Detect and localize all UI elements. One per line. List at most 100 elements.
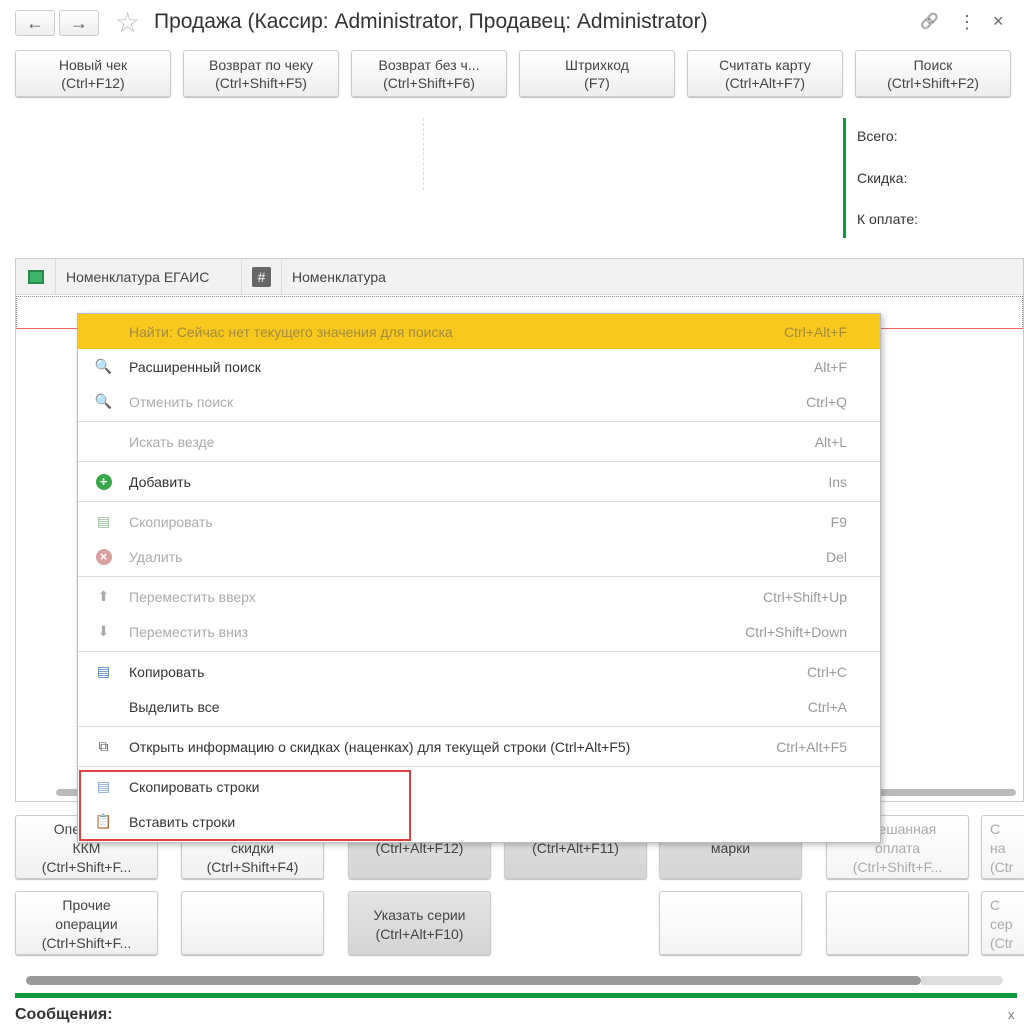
menu-separator [78, 726, 880, 727]
menu-item-shortcut: Ctrl+Alt+F [783, 323, 847, 340]
menu-separator [78, 421, 880, 422]
highlight-box [79, 770, 411, 841]
button-shortcut: (F7) [584, 75, 610, 91]
menu-item[interactable]: ⧉ Открыть информацию о скидках (наценках)… [78, 729, 880, 764]
toolbar-button[interactable]: Возврат по чеку (Ctrl+Shift+F5) [183, 50, 339, 97]
menu-icon: ▤ [96, 513, 111, 529]
menu-item[interactable]: 🔍 Отменить поиск Ctrl+Q [78, 384, 880, 419]
action-button[interactable] [659, 891, 802, 955]
menu-item-label: Скопировать [129, 513, 213, 530]
action-button[interactable]: С на (Ctr [981, 815, 1024, 879]
button-label: Возврат по чеку [208, 57, 313, 73]
menu-item-label: Удалить [129, 548, 183, 565]
back-icon: ← [26, 12, 44, 33]
back-button[interactable]: ← [15, 10, 55, 36]
menu-icon: 🔍 [94, 393, 113, 409]
to-pay-label: К оплате: [857, 211, 918, 227]
menu-item[interactable]: ⬇ Переместить вниз Ctrl+Shift+Down [78, 614, 880, 649]
button-shortcut: (Ctrl+Alt+F7) [724, 75, 806, 91]
link-icon[interactable]: 🔗 [920, 12, 939, 30]
messages-close[interactable]: x [1008, 1008, 1015, 1022]
menu-separator [78, 461, 880, 462]
menu-item-shortcut: Ctrl+Q [806, 393, 847, 410]
button-shortcut: (Ctrl+Shift+F2) [887, 75, 979, 91]
button-label: Штрихкод [565, 57, 629, 73]
menu-item[interactable]: ⬆ Переместить вверх Ctrl+Shift+Up [78, 579, 880, 614]
context-menu: Найти: Сейчас нет текущего значения для … [77, 313, 881, 843]
menu-item-shortcut: Del [825, 548, 847, 565]
menu-icon: ⧉ [98, 738, 109, 754]
button-shortcut: (Ctrl+Shift+F5) [215, 75, 307, 91]
menu-icon: ⬆ [97, 588, 110, 604]
hash-icon: # [252, 266, 271, 287]
accent-bar [15, 993, 1017, 998]
action-button[interactable] [181, 891, 324, 955]
discount-label: Скидка: [857, 170, 908, 186]
menu-item-label: Искать везде [129, 433, 215, 450]
menu-item[interactable]: ▤ Копировать Ctrl+C [78, 654, 880, 689]
menu-separator [78, 501, 880, 502]
action-button[interactable]: Прочие операции (Ctrl+Shift+F... [15, 891, 158, 955]
menu-item-label: Отменить поиск [129, 393, 234, 410]
menu-item[interactable]: + Добавить Ins [78, 464, 880, 499]
menu-icon: × [78, 548, 129, 565]
button-label: Считать карту [719, 57, 811, 73]
messages-label: Сообщения: [15, 1006, 113, 1023]
menu-item-shortcut: Ctrl+Alt+F5 [776, 738, 847, 755]
button-label: Новый чек [58, 57, 128, 73]
action-button[interactable]: С сер (Ctr [981, 891, 1024, 955]
menu-item-shortcut: F9 [830, 513, 847, 530]
button-shortcut: (Ctrl+F12) [61, 75, 125, 91]
toolbar-button[interactable]: Возврат без ч... (Ctrl+Shift+F6) [351, 50, 507, 97]
menu-item-shortcut: Ctrl+Shift+Down [745, 623, 847, 640]
menu-item-shortcut: Ctrl+C [806, 663, 847, 680]
menu-separator [78, 576, 880, 577]
more-icon[interactable]: ⋮ [958, 12, 976, 33]
menu-item-label: Выделить все [129, 698, 220, 715]
menu-item-shortcut: Alt+L [814, 433, 847, 450]
egais-icon [16, 258, 56, 295]
menu-item[interactable]: Выделить все Ctrl+A [78, 689, 880, 724]
menu-icon: ⬇ [97, 623, 110, 639]
toolbar-button[interactable]: Считать карту (Ctrl+Alt+F7) [687, 50, 843, 97]
toolbar-button[interactable]: Новый чек (Ctrl+F12) [15, 50, 171, 97]
action-button[interactable] [826, 891, 969, 955]
button-label: Поиск [913, 57, 953, 73]
total-label: Всего: [857, 128, 898, 144]
menu-item[interactable]: ▤ Скопировать F9 [78, 504, 880, 539]
menu-item[interactable]: × Удалить Del [78, 539, 880, 574]
menu-item-shortcut: Ctrl+A [807, 698, 847, 715]
menu-item-label: Открыть информацию о скидках (наценках) … [129, 738, 631, 755]
menu-item[interactable]: Найти: Сейчас нет текущего значения для … [78, 314, 880, 349]
window-title: Продажа (Кассир: Administrator, Продавец… [154, 10, 708, 33]
button-shortcut: (Ctrl+Shift+F6) [383, 75, 475, 91]
totals-accent [843, 118, 846, 238]
menu-item-shortcut: Ins [828, 473, 847, 490]
toolbar-button[interactable]: Поиск (Ctrl+Shift+F2) [855, 50, 1011, 97]
menu-item-label: Переместить вверх [129, 588, 256, 605]
menu-separator [78, 651, 880, 652]
scrollbar-track [921, 976, 1003, 985]
menu-item-shortcut: Alt+F [813, 358, 847, 375]
menu-item-label: Расширенный поиск [129, 358, 261, 375]
close-icon[interactable]: × [993, 11, 1004, 32]
menu-icon: ▤ [96, 663, 111, 679]
toolbar-button[interactable]: Штрихкод (F7) [519, 50, 675, 97]
menu-item-label: Копировать [129, 663, 205, 680]
menu-item[interactable]: 🔍 Расширенный поиск Alt+F [78, 349, 880, 384]
forward-icon: → [70, 12, 88, 33]
forward-button[interactable]: → [59, 10, 99, 36]
divider [423, 118, 424, 190]
menu-separator [78, 766, 880, 767]
menu-item[interactable]: Искать везде Alt+L [78, 424, 880, 459]
horizontal-scrollbar[interactable] [26, 976, 921, 985]
menu-item-label: Найти: Сейчас нет текущего значения для … [129, 323, 453, 340]
menu-icon: + [78, 473, 129, 490]
column-nomenclature[interactable]: Номенклатура [282, 259, 396, 295]
star-icon[interactable]: ☆ [115, 6, 140, 39]
action-button[interactable]: Указать серии (Ctrl+Alt+F10) [348, 891, 491, 955]
button-label: Возврат без ч... [378, 57, 480, 73]
menu-icon: 🔍 [94, 358, 113, 374]
column-egais[interactable]: Номенклатура ЕГАИС [56, 258, 242, 295]
menu-item-label: Добавить [129, 473, 191, 490]
